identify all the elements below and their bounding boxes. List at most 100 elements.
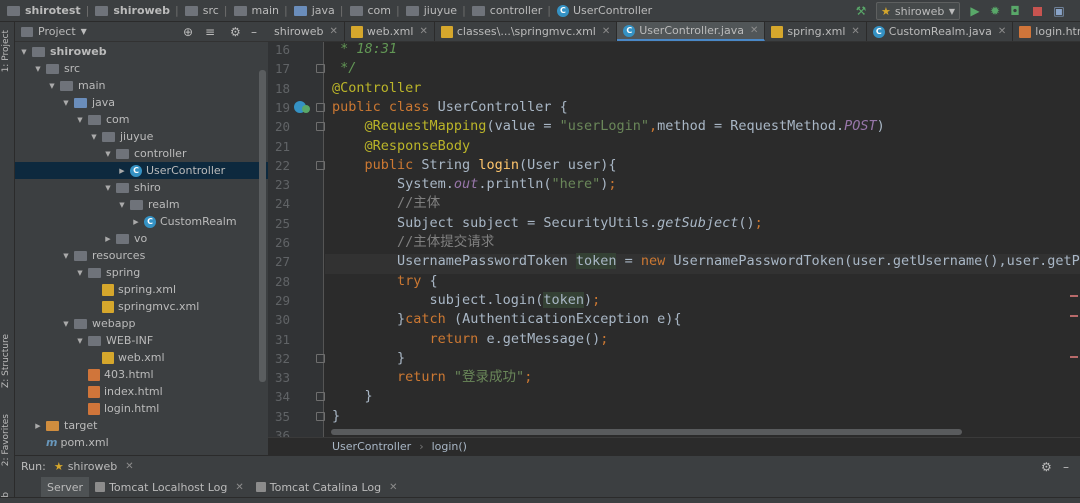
gear-icon[interactable]: ⚙ [1041,460,1052,474]
breadcrumb-item[interactable]: C UserController [554,0,655,21]
breadcrumb-item[interactable]: controller | [469,0,554,21]
gear-icon[interactable]: ⚙ [230,25,241,39]
expand-arrow-icon[interactable]: ▼ [33,65,43,73]
tree-node[interactable]: springmvc.xml [15,298,268,315]
tree-node[interactable]: ▶ vo [15,230,268,247]
expand-arrow-icon[interactable]: ▼ [103,184,113,192]
debug-icon[interactable]: ✹ [988,4,1002,18]
tree-node[interactable]: ▼ src [15,60,268,77]
expand-arrow-icon[interactable]: ▼ [75,116,85,124]
close-icon[interactable]: ✕ [235,482,243,493]
breadcrumb-item[interactable]: java | [291,0,347,21]
collapse-arrow-icon[interactable]: ▶ [131,218,141,226]
expand-arrow-icon[interactable]: ▼ [61,252,71,260]
tree-node[interactable]: spring.xml [15,281,268,298]
tree-node[interactable]: ▼ WEB-INF [15,332,268,349]
chevron-down-icon[interactable]: ▼ [81,27,87,36]
tree-node[interactable]: ▼ com [15,111,268,128]
tree-node[interactable]: ▼ shiro [15,179,268,196]
close-icon[interactable]: ✕ [750,25,758,36]
fold-marker-icon[interactable] [316,353,325,363]
editor-tab[interactable]: web.xml ✕ [345,22,435,41]
favorites-tool-button[interactable]: 2: Favorites [1,414,11,466]
run-subtab[interactable]: Tomcat Localhost Log ✕ [89,477,250,497]
expand-arrow-icon[interactable]: ▼ [117,201,127,209]
collapse-arrow-icon[interactable]: ▶ [117,167,127,175]
run-configuration-select[interactable]: ★ shiroweb ▼ [876,2,960,20]
breadcrumb-item[interactable]: src | [182,0,231,21]
fold-marker-icon[interactable] [316,102,325,112]
editor-horizontal-scrollbar[interactable] [331,429,962,435]
coverage-icon[interactable]: ◘ [1008,4,1022,18]
expand-arrow-icon[interactable]: ▼ [103,150,113,158]
tree-node[interactable]: ▼ shiroweb [15,43,268,60]
spring-bean-icon[interactable] [302,105,310,113]
expand-arrow-icon[interactable]: ▼ [61,99,71,107]
close-icon[interactable]: ✕ [125,461,133,472]
expand-arrow-icon[interactable]: ▼ [75,269,85,277]
build-hammer-icon[interactable]: ⚒ [854,4,868,18]
project-tree-scrollbar[interactable] [259,70,266,382]
tree-node[interactable]: ▼ webapp [15,315,268,332]
tree-node[interactable]: login.html [15,400,268,417]
expand-arrow-icon[interactable]: ▼ [47,82,57,90]
collapse-all-icon[interactable]: ≡ [205,25,215,39]
editor-tab[interactable]: shiroweb ✕ [268,22,345,41]
editor-tab[interactable]: C CustomRealm.java ✕ [867,22,1014,41]
fold-marker-icon[interactable] [316,64,325,74]
close-icon[interactable]: ✕ [851,26,859,37]
expand-arrow-icon[interactable]: ▼ [89,133,99,141]
tree-node[interactable]: ▼ resources [15,247,268,264]
breadcrumb-item[interactable]: com | [347,0,403,21]
expand-arrow-icon[interactable]: ▼ [19,48,29,56]
close-icon[interactable]: ✕ [419,26,427,37]
fold-marker-icon[interactable] [316,392,325,402]
hide-panel-icon[interactable]: – [251,25,257,39]
fold-marker-icon[interactable] [316,122,325,132]
collapse-arrow-icon[interactable]: ▶ [33,422,43,430]
tree-node[interactable]: ▶ C UserController [15,162,268,179]
tree-node[interactable]: ▼ java [15,94,268,111]
expand-arrow-icon[interactable]: ▼ [75,337,85,345]
tree-node[interactable]: ▼ controller [15,145,268,162]
tree-node[interactable]: ▼ realm [15,196,268,213]
tree-node[interactable]: 403.html [15,366,268,383]
tree-node[interactable]: ▶ C CustomRealm [15,213,268,230]
tree-node[interactable]: ▼ jiuyue [15,128,268,145]
scroll-from-source-icon[interactable]: ⊕ [183,25,193,39]
run-subtab[interactable]: Tomcat Catalina Log ✕ [250,477,404,497]
breadcrumb-item[interactable]: main | [231,0,291,21]
project-view-select[interactable]: Project [38,25,76,38]
tree-node[interactable]: m pom.xml [15,434,268,451]
close-icon[interactable]: ✕ [330,26,338,37]
editor-tab[interactable]: C UserController.java ✕ [617,22,766,41]
stop-icon[interactable] [1030,4,1044,18]
close-icon[interactable]: ✕ [602,26,610,37]
tree-node[interactable]: ▶ target [15,417,268,434]
close-icon[interactable]: ✕ [998,26,1006,37]
editor-tab[interactable]: spring.xml ✕ [765,22,867,41]
editor-tab[interactable]: login.html✕ [1013,22,1080,41]
tree-node[interactable]: ▼ spring [15,264,268,281]
tree-node[interactable]: index.html [15,383,268,400]
structure-tool-button[interactable]: Z: Structure [1,334,11,388]
breadcrumb-item[interactable]: shirotest | [4,0,92,21]
run-subtab[interactable]: Server [41,477,90,497]
project-tool-button[interactable]: 1: Project [1,30,11,72]
project-structure-icon[interactable]: ▣ [1052,4,1066,18]
close-icon[interactable]: ✕ [389,482,397,493]
hide-panel-icon[interactable]: – [1063,460,1069,474]
fold-marker-icon[interactable] [316,160,325,170]
collapse-arrow-icon[interactable]: ▶ [103,235,113,243]
breadcrumb-item[interactable]: shiroweb | [92,0,181,21]
fold-marker-icon[interactable] [316,411,325,421]
breadcrumb-method[interactable]: login() [432,440,467,453]
run-tab-label[interactable]: shiroweb [68,460,118,473]
editor-tab[interactable]: classes\...\springmvc.xml ✕ [435,22,618,41]
tree-node[interactable]: web.xml [15,349,268,366]
breadcrumb-class[interactable]: UserController [332,440,411,453]
breadcrumb-item[interactable]: jiuyue | [403,0,469,21]
tree-node[interactable]: ▼ main [15,77,268,94]
code-editor[interactable]: * 18:31 */ @Controller public class UserCo… [325,42,1080,437]
expand-arrow-icon[interactable]: ▼ [61,320,71,328]
